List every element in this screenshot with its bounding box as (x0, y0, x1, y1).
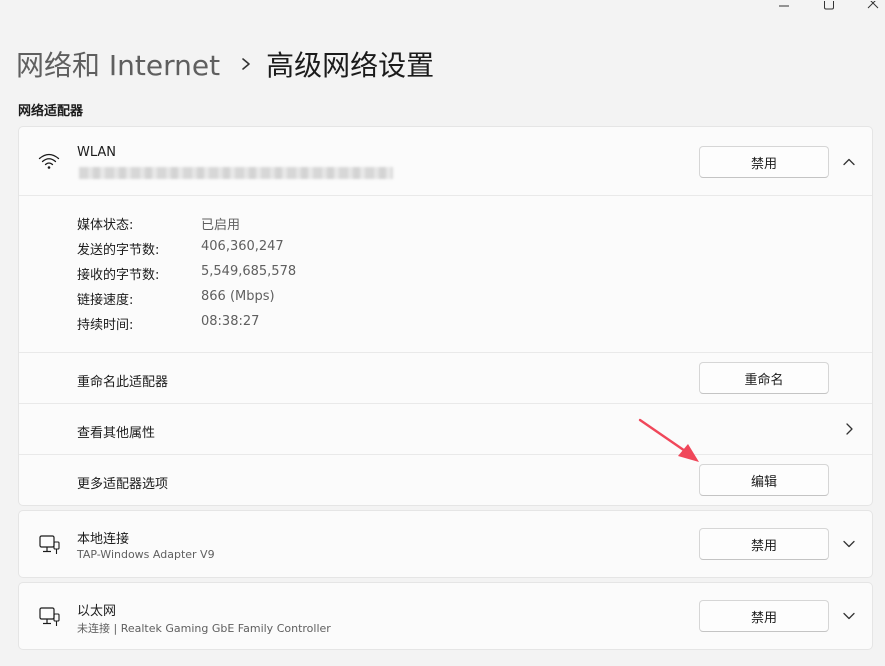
prop-label-link-speed: 链接速度: (77, 293, 134, 308)
more-adapter-options-label: 更多适配器选项 (77, 477, 169, 492)
chevron-up-icon[interactable] (837, 150, 861, 174)
prop-label-bytes-sent: 发送的字节数: (77, 243, 160, 258)
minimize-icon (779, 5, 789, 7)
prop-label-duration: 持续时间: (77, 318, 134, 333)
close-button[interactable] (853, 0, 885, 14)
breadcrumb: 网络和 Internet 高级网络设置 (16, 44, 434, 84)
adapter-card-local: 本地连接 TAP-Windows Adapter V9 禁用 (18, 510, 873, 578)
view-more-properties-row[interactable]: 查看其他属性 (19, 404, 872, 454)
ethernet-adapter-icon (37, 533, 61, 557)
disable-wlan-button[interactable]: 禁用 (699, 146, 829, 178)
disable-local-button[interactable]: 禁用 (699, 528, 829, 560)
chevron-right-icon (240, 56, 252, 72)
adapter-name: WLAN (77, 145, 117, 160)
maximize-icon (824, 1, 834, 10)
chevron-down-icon[interactable] (837, 604, 861, 628)
adapter-card-wlan: WLAN 禁用 媒体状态: 已启用 发送的字节数: 406,360,247 接收… (18, 126, 873, 506)
prop-value-duration: 08:38:27 (201, 314, 260, 329)
section-title: 网络适配器 (18, 104, 84, 119)
chevron-down-icon[interactable] (837, 532, 861, 556)
rename-adapter-label: 重命名此适配器 (77, 375, 169, 390)
annotation-arrow-icon (638, 418, 699, 462)
page-title: 高级网络设置 (266, 49, 435, 82)
redacted-mac-address (79, 167, 393, 179)
prop-value-media-status: 已启用 (201, 218, 241, 233)
minimize-button[interactable] (764, 0, 804, 14)
maximize-button[interactable] (809, 0, 849, 14)
wifi-icon (37, 149, 61, 173)
ethernet-adapter-icon (37, 605, 61, 629)
breadcrumb-parent-link[interactable]: 网络和 Internet (16, 44, 220, 84)
adapter-name: 本地连接 (77, 532, 130, 547)
prop-value-bytes-received: 5,549,685,578 (201, 264, 297, 279)
edit-adapter-options-button[interactable]: 编辑 (699, 464, 829, 496)
chevron-right-icon (837, 417, 861, 441)
disable-ethernet-button[interactable]: 禁用 (699, 600, 829, 632)
prop-label-bytes-received: 接收的字节数: (77, 268, 160, 283)
view-more-properties-label: 查看其他属性 (77, 426, 156, 441)
prop-value-link-speed: 866 (Mbps) (201, 289, 275, 304)
prop-value-bytes-sent: 406,360,247 (201, 239, 284, 254)
adapter-name: 以太网 (77, 604, 117, 619)
adapter-description: 未连接 | Realtek Gaming GbE Family Controll… (77, 622, 331, 635)
prop-label-media-status: 媒体状态: (77, 218, 134, 233)
adapter-card-ethernet: 以太网 未连接 | Realtek Gaming GbE Family Cont… (18, 582, 873, 650)
adapter-description: TAP-Windows Adapter V9 (77, 548, 215, 561)
rename-button[interactable]: 重命名 (699, 362, 829, 394)
close-icon (867, 1, 879, 9)
